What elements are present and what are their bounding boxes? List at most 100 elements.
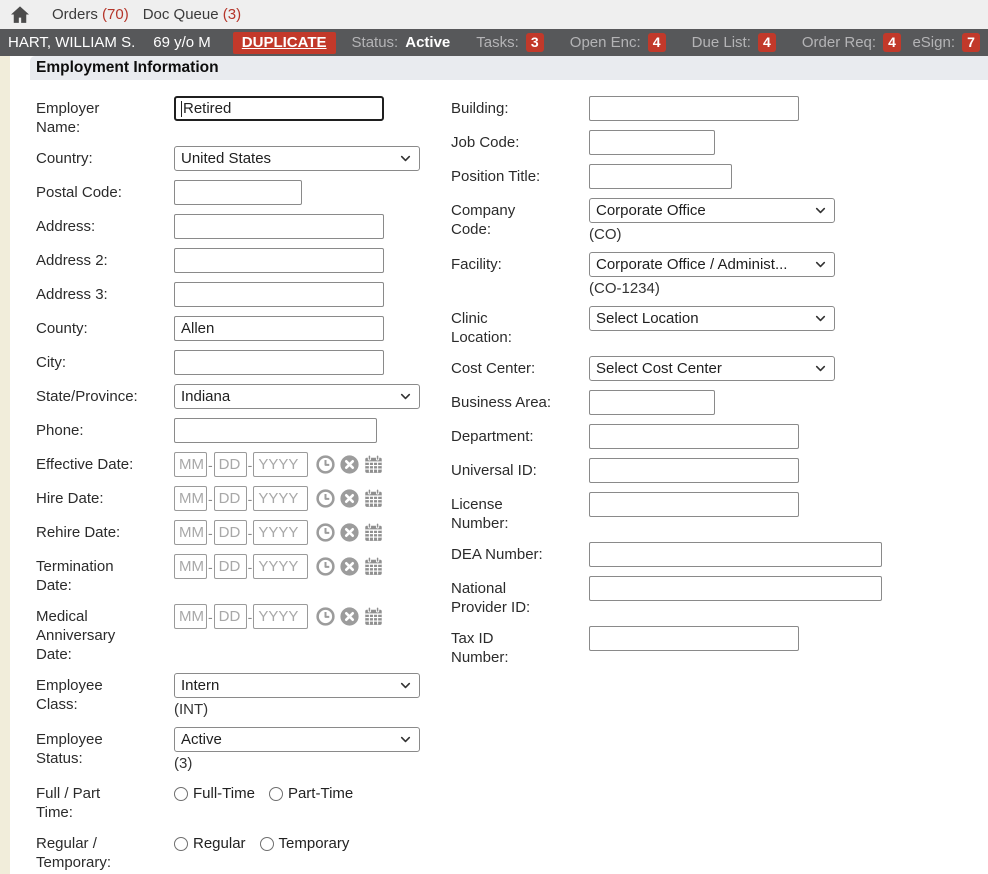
date-icon-group	[315, 454, 384, 475]
duplicate-button[interactable]: DUPLICATE	[233, 32, 336, 54]
medical-anniversary-date-picker: MM-DD-YYYY	[174, 604, 420, 629]
full-part-time-radio-part-time[interactable]: Part-Time	[269, 785, 353, 802]
business-area-input[interactable]	[589, 390, 715, 415]
effective-date-month-input[interactable]: MM	[174, 452, 207, 477]
address-input[interactable]	[174, 214, 384, 239]
cost-center-select[interactable]: Select Cost Center	[589, 356, 835, 381]
top-nav-bar: Orders (70) Doc Queue (3)	[0, 0, 988, 29]
field-label: City:	[36, 350, 150, 372]
date-placeholder: MM	[179, 524, 204, 541]
full-part-time-radio-full-time[interactable]: Full-Time	[174, 785, 255, 802]
department-input[interactable]	[589, 424, 799, 449]
building-input[interactable]	[589, 96, 799, 121]
field-control: MM-DD-YYYY	[174, 452, 420, 477]
orders-count: (70)	[102, 6, 129, 23]
form-row-phone: Phone:	[36, 418, 420, 443]
form-row-rehire-date: Rehire Date:MM-DD-YYYY	[36, 520, 420, 545]
dea-number-input[interactable]	[589, 542, 882, 567]
field-label: Universal ID:	[451, 458, 565, 480]
hire-date-year-input[interactable]: YYYY	[253, 486, 308, 511]
clear-icon[interactable]	[339, 556, 360, 577]
field-control: Corporate Office / Administ...(CO-1234)	[589, 252, 988, 297]
open-enc-badge[interactable]: 4	[648, 33, 666, 52]
facility-select[interactable]: Corporate Office / Administ...	[589, 252, 835, 277]
nav-link-doc-queue[interactable]: Doc Queue (3)	[143, 6, 241, 23]
employee-status-select[interactable]: Active	[174, 727, 420, 752]
nav-link-label: Orders	[52, 6, 98, 23]
date-icon-group	[315, 556, 384, 577]
clinic-location-select[interactable]: Select Location	[589, 306, 835, 331]
rehire-date-month-input[interactable]: MM	[174, 520, 207, 545]
clear-icon[interactable]	[339, 606, 360, 627]
company-code-select[interactable]: Corporate Office	[589, 198, 835, 223]
postal-code-input[interactable]	[174, 180, 302, 205]
calendar-icon[interactable]	[363, 556, 384, 577]
field-control: Select Location	[589, 306, 988, 331]
rehire-date-year-input[interactable]: YYYY	[253, 520, 308, 545]
tax-id-number-input[interactable]	[589, 626, 799, 651]
country-select[interactable]: United States	[174, 146, 420, 171]
hire-date-day-input[interactable]: DD	[214, 486, 247, 511]
clock-icon[interactable]	[315, 522, 336, 543]
form-row-address-2: Address 2:	[36, 248, 420, 273]
medical-anniversary-date-year-input[interactable]: YYYY	[253, 604, 308, 629]
chevron-down-icon	[399, 733, 412, 746]
medical-anniversary-date-month-input[interactable]: MM	[174, 604, 207, 629]
national-provider-id-input[interactable]	[589, 576, 882, 601]
clock-icon[interactable]	[315, 606, 336, 627]
home-icon[interactable]	[10, 5, 32, 25]
license-number-input[interactable]	[589, 492, 799, 517]
county-input[interactable]: Allen	[174, 316, 384, 341]
hire-date-month-input[interactable]: MM	[174, 486, 207, 511]
termination-date-day-input[interactable]: DD	[214, 554, 247, 579]
regular-temporary-radio-temporary[interactable]: Temporary	[260, 835, 350, 852]
esign-badge[interactable]: 7	[962, 33, 980, 52]
field-label: DEA Number:	[451, 542, 565, 564]
field-label: Cost Center:	[451, 356, 565, 378]
order-req-badge[interactable]: 4	[883, 33, 901, 52]
due-list-badge[interactable]: 4	[758, 33, 776, 52]
phone-input[interactable]	[174, 418, 377, 443]
field-label: Tax ID Number:	[451, 626, 565, 667]
clock-icon[interactable]	[315, 454, 336, 475]
nav-link-orders[interactable]: Orders (70)	[52, 6, 129, 23]
address-2-input[interactable]	[174, 248, 384, 273]
full-part-time-radio-group: Full-Time Part-Time	[174, 781, 420, 802]
date-placeholder: DD	[219, 558, 241, 575]
effective-date-year-input[interactable]: YYYY	[253, 452, 308, 477]
calendar-icon[interactable]	[363, 454, 384, 475]
city-input[interactable]	[174, 350, 384, 375]
rehire-date-day-input[interactable]: DD	[214, 520, 247, 545]
regular-temporary-radio-regular[interactable]: Regular	[174, 835, 246, 852]
status-value: Active	[405, 34, 450, 51]
field-control	[589, 390, 988, 415]
termination-date-year-input[interactable]: YYYY	[253, 554, 308, 579]
job-code-input[interactable]	[589, 130, 715, 155]
termination-date-month-input[interactable]: MM	[174, 554, 207, 579]
calendar-icon[interactable]	[363, 606, 384, 627]
chevron-down-icon	[399, 152, 412, 165]
clear-icon[interactable]	[339, 488, 360, 509]
universal-id-input[interactable]	[589, 458, 799, 483]
calendar-icon[interactable]	[363, 488, 384, 509]
tasks-badge[interactable]: 3	[526, 33, 544, 52]
clock-icon[interactable]	[315, 488, 336, 509]
esign-label: eSign:	[912, 34, 955, 51]
field-label: Regular / Temporary:	[36, 831, 150, 872]
form-row-hire-date: Hire Date:MM-DD-YYYY	[36, 486, 420, 511]
position-title-input[interactable]	[589, 164, 732, 189]
section-header: Employment Information	[30, 56, 988, 80]
employee-class-select[interactable]: Intern	[174, 673, 420, 698]
effective-date-day-input[interactable]: DD	[214, 452, 247, 477]
clear-icon[interactable]	[339, 522, 360, 543]
employer-name-input[interactable]: Retired	[174, 96, 384, 121]
field-label: Termination Date:	[36, 554, 150, 595]
calendar-icon[interactable]	[363, 522, 384, 543]
chevron-down-icon	[814, 362, 827, 375]
form-row-company-code: Company Code:Corporate Office(CO)	[451, 198, 988, 243]
state-province-select[interactable]: Indiana	[174, 384, 420, 409]
medical-anniversary-date-day-input[interactable]: DD	[214, 604, 247, 629]
address-3-input[interactable]	[174, 282, 384, 307]
clock-icon[interactable]	[315, 556, 336, 577]
clear-icon[interactable]	[339, 454, 360, 475]
